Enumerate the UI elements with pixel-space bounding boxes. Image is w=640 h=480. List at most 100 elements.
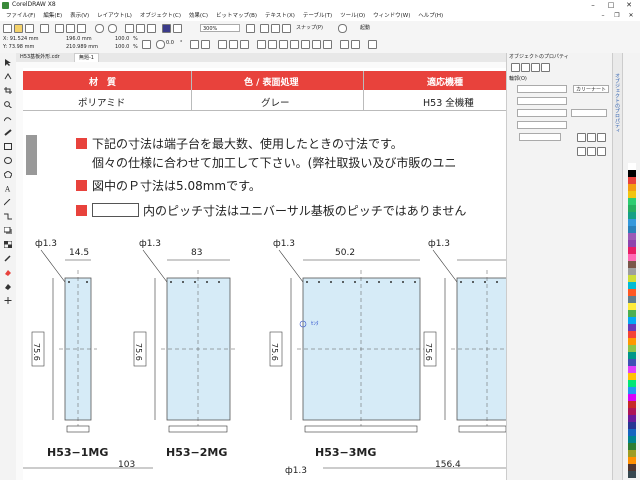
align-icon[interactable] (218, 40, 227, 49)
scale-x-field[interactable]: 100.0 (115, 36, 129, 43)
menu-window[interactable]: ウィンドウ(W) (373, 11, 410, 21)
artistic-media-tool-icon[interactable] (4, 129, 12, 136)
outline-width-field[interactable] (517, 85, 567, 93)
menu-view[interactable]: 表示(V) (70, 11, 89, 21)
connector-tool-icon[interactable] (4, 213, 12, 220)
palette-swatch[interactable] (628, 310, 636, 317)
palette-swatch[interactable] (628, 198, 636, 205)
palette-swatch[interactable] (628, 380, 636, 387)
palette-swatch[interactable] (628, 324, 636, 331)
menu-help[interactable]: ヘルプ(H) (418, 11, 443, 21)
mirror-vertical-icon[interactable] (201, 40, 210, 49)
menu-object[interactable]: オブジェクト(C) (140, 11, 181, 21)
rectangle-tool-icon[interactable] (4, 143, 12, 150)
palette-swatch[interactable] (628, 373, 636, 380)
cut-icon[interactable] (55, 24, 64, 33)
miter-limit-field[interactable] (519, 133, 561, 141)
text-tab-icon[interactable] (531, 63, 540, 72)
width-field[interactable]: 196.0 mm (66, 36, 92, 43)
menu-effects[interactable]: 効果(C) (189, 11, 208, 21)
parallel-dimension-tool-icon[interactable] (3, 198, 12, 206)
show-guidelines-icon[interactable] (282, 24, 291, 33)
corner-miter-icon[interactable] (577, 133, 586, 142)
palette-swatch[interactable] (628, 352, 636, 359)
palette-swatch[interactable] (628, 436, 636, 443)
palette-swatch[interactable] (628, 345, 636, 352)
palette-swatch[interactable] (628, 387, 636, 394)
corner-bevel-icon[interactable] (597, 133, 606, 142)
intersect-icon[interactable] (279, 40, 288, 49)
palette-swatch[interactable] (628, 261, 636, 268)
arrowhead-end-field[interactable] (571, 109, 607, 117)
line-style-field[interactable] (517, 109, 567, 117)
y-position-field[interactable]: Y: 73.98 mm (3, 44, 34, 51)
doc-close-button[interactable]: ✕ (624, 11, 638, 21)
rotation-angle-field[interactable]: 0.0 (166, 40, 174, 47)
ungroup-icon[interactable] (240, 40, 249, 49)
outline-color-field[interactable] (517, 97, 567, 105)
arrowhead-start-field[interactable] (517, 121, 567, 129)
mirror-horizontal-icon[interactable] (190, 40, 199, 49)
menu-tools[interactable]: ツール(O) (340, 11, 365, 21)
height-field[interactable]: 210.989 mm (66, 44, 98, 51)
zoom-level-select[interactable]: 300% (200, 24, 240, 32)
front-minus-back-icon[interactable] (301, 40, 310, 49)
freehand-tool-icon[interactable] (3, 115, 12, 122)
scale-y-field[interactable]: 100.0 (115, 44, 129, 51)
palette-swatch[interactable] (628, 457, 636, 464)
palette-swatch[interactable] (628, 226, 636, 233)
palette-swatch[interactable] (628, 191, 636, 198)
cap-square-icon[interactable] (597, 147, 606, 156)
shape-tool-icon[interactable] (4, 73, 12, 80)
palette-swatch[interactable] (628, 282, 636, 289)
corner-round-icon[interactable] (587, 133, 596, 142)
paste-icon[interactable] (77, 24, 86, 33)
save-icon[interactable] (25, 24, 34, 33)
palette-swatch[interactable] (628, 303, 636, 310)
palette-swatch[interactable] (628, 422, 636, 429)
copy-icon[interactable] (66, 24, 75, 33)
palette-swatch[interactable] (628, 219, 636, 226)
palette-swatch[interactable] (628, 177, 636, 184)
palette-swatch[interactable] (628, 408, 636, 415)
palette-swatch[interactable] (628, 254, 636, 261)
menu-edit[interactable]: 編集(E) (43, 11, 62, 21)
print-icon[interactable] (40, 24, 49, 33)
doc-restore-button[interactable]: ❐ (610, 11, 624, 21)
ellipse-tool-icon[interactable] (4, 157, 12, 164)
crop-tool-icon[interactable] (4, 87, 12, 94)
docker-tab-object-properties[interactable]: オブジェクトのプロパティ (614, 73, 621, 133)
snap-to-dropdown[interactable]: スナップ(P) (296, 25, 323, 32)
menu-text[interactable]: テキスト(X) (265, 11, 295, 21)
publish-pdf-icon[interactable] (162, 24, 171, 33)
palette-swatch[interactable] (628, 289, 636, 296)
palette-swatch[interactable] (628, 317, 636, 324)
redo-icon[interactable] (108, 24, 117, 33)
fill-tab-icon[interactable] (511, 63, 520, 72)
smart-fill-tool-icon[interactable] (4, 283, 12, 290)
minimize-button[interactable]: – (584, 0, 602, 11)
export-icon[interactable] (147, 24, 156, 33)
x-position-field[interactable]: X: 91.524 mm (3, 36, 39, 43)
menu-layout[interactable]: レイアウト(L) (97, 11, 132, 21)
palette-swatch[interactable] (628, 471, 636, 478)
drop-shadow-tool-icon[interactable] (3, 226, 12, 234)
group-icon[interactable] (229, 40, 238, 49)
trim-icon[interactable] (268, 40, 277, 49)
palette-swatch[interactable] (628, 443, 636, 450)
palette-swatch[interactable] (628, 331, 636, 338)
convert-to-curves-icon[interactable] (368, 40, 377, 49)
show-rulers-icon[interactable] (260, 24, 269, 33)
palette-swatch[interactable] (628, 170, 636, 177)
palette-swatch[interactable] (628, 205, 636, 212)
close-button[interactable]: ✕ (620, 0, 638, 11)
tab-document-1[interactable]: H53基板外形.cdr (16, 53, 64, 62)
palette-swatch[interactable] (628, 366, 636, 373)
tab-document-2[interactable]: 無題-1 (74, 53, 99, 62)
options-gear-icon[interactable] (338, 24, 347, 33)
menu-file[interactable]: ファイル(F) (6, 11, 35, 21)
palette-swatch[interactable] (628, 268, 636, 275)
search-content-icon[interactable] (125, 24, 134, 33)
transparency-tool-icon[interactable] (3, 240, 13, 249)
weld-icon[interactable] (257, 40, 266, 49)
